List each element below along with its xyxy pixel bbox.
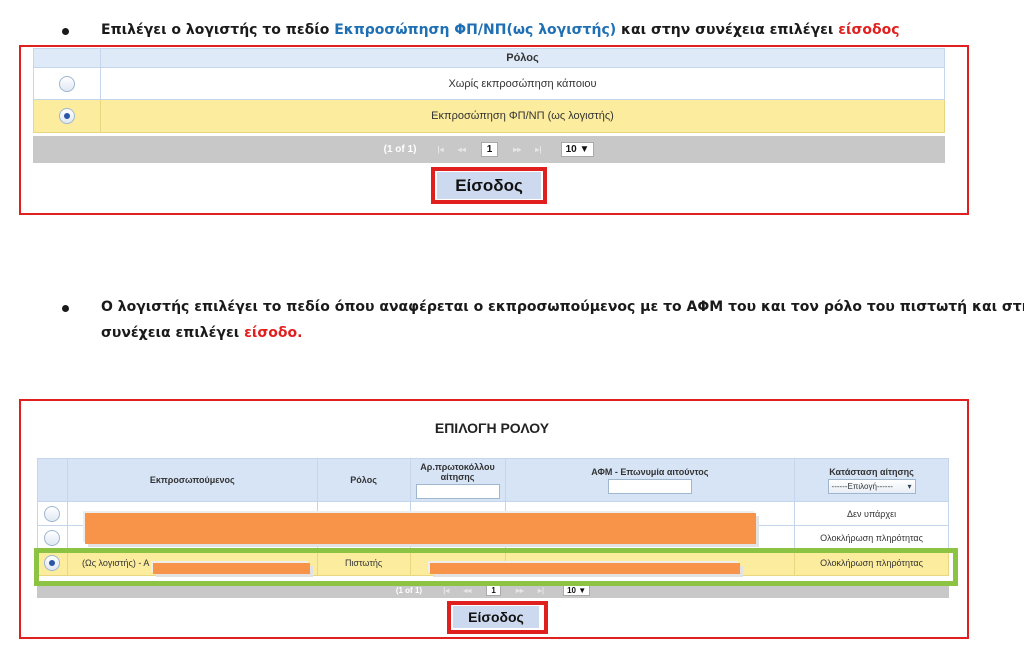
table-row-selected[interactable]: Εκπροσώπηση ΦΠ/ΝΠ (ως λογιστής) (33, 99, 945, 133)
page-info: (1 of 1) (383, 144, 417, 155)
first-page-icon[interactable]: |◂ (443, 586, 449, 595)
redaction-block (430, 563, 740, 574)
status-cell: Ολοκλήρωση πληρότητας (794, 525, 949, 550)
step2-instruction-line2: συνέχεια επιλέγει είσοδο. (101, 325, 303, 341)
row-radio[interactable] (44, 505, 61, 522)
enter-button[interactable]: Είσοδος (453, 606, 539, 628)
column-header-status: Κατάσταση αίτησης (829, 466, 914, 477)
step1-highlight: Εκπροσώπηση ΦΠ/ΝΠ(ως λογιστής) (334, 22, 617, 38)
paginator: (1 of 1) |◂ ◂◂ 1 ▸▸ ▸| 10 ▼ (33, 136, 945, 163)
protocol-filter-input[interactable] (415, 483, 500, 499)
next-page-icon[interactable]: ▸▸ (516, 586, 524, 595)
prev-page-icon[interactable]: ◂◂ (463, 586, 471, 595)
role-radio-representation[interactable] (59, 108, 75, 124)
column-header-role: Ρόλος (100, 48, 945, 68)
page-info: (1 of 1) (395, 586, 423, 595)
role-label: Χωρίς εκπροσώπηση κάποιου (100, 67, 945, 100)
status-cell: Δεν υπάρχει (794, 501, 949, 526)
table-row[interactable]: Χωρίς εκπροσώπηση κάποιου (33, 67, 945, 100)
role-radio-no-representation[interactable] (59, 75, 75, 92)
step1-action: είσοδος (838, 22, 900, 38)
enter-button[interactable]: Είσοδος (437, 172, 541, 199)
column-header-afm: ΑΦΜ - Επωνυμία αιτούντος (591, 466, 709, 477)
last-page-icon[interactable]: ▸| (538, 586, 544, 595)
role-label: Εκπροσώπηση ΦΠ/ΝΠ (ως λογιστής) (100, 99, 945, 133)
prev-page-icon[interactable]: ◂◂ (458, 145, 466, 154)
redaction-block (153, 563, 310, 574)
redaction-block (85, 513, 756, 544)
column-header-represented: Εκπροσωπούμενος (66, 458, 318, 502)
rows-per-page-select[interactable]: 10 ▼ (560, 142, 595, 157)
step1-instruction: Επιλέγει ο λογιστής το πεδίο Εκπροσώπηση… (101, 22, 900, 38)
role-table: Ρόλος Χωρίς εκπροσώπηση κάποιου Εκπροσώπ… (33, 48, 945, 133)
last-page-icon[interactable]: ▸| (535, 145, 541, 154)
first-page-icon[interactable]: |◂ (437, 145, 443, 154)
page-number[interactable]: 1 (486, 585, 501, 596)
status-filter-select[interactable]: ------Επιλογή------ (827, 478, 916, 494)
column-header-role: Ρόλος (316, 458, 411, 502)
bullet-icon (62, 305, 69, 312)
row-radio[interactable] (44, 529, 61, 546)
bullet-icon (62, 28, 69, 35)
column-header-protocol: Αρ.πρωτοκόλλου αίτησης (420, 461, 495, 482)
rows-per-page-select[interactable]: 10 ▼ (563, 585, 591, 596)
page-title: ΕΠΙΛΟΓΗ ΡΟΛΟΥ (434, 420, 550, 436)
step2-instruction-line1: Ο λογιστής επιλέγει το πεδίο όπου αναφέρ… (101, 299, 1024, 315)
step2-action: είσοδο. (244, 325, 303, 341)
afm-filter-input[interactable] (607, 478, 692, 494)
page-number[interactable]: 1 (480, 142, 499, 157)
next-page-icon[interactable]: ▸▸ (513, 145, 521, 154)
